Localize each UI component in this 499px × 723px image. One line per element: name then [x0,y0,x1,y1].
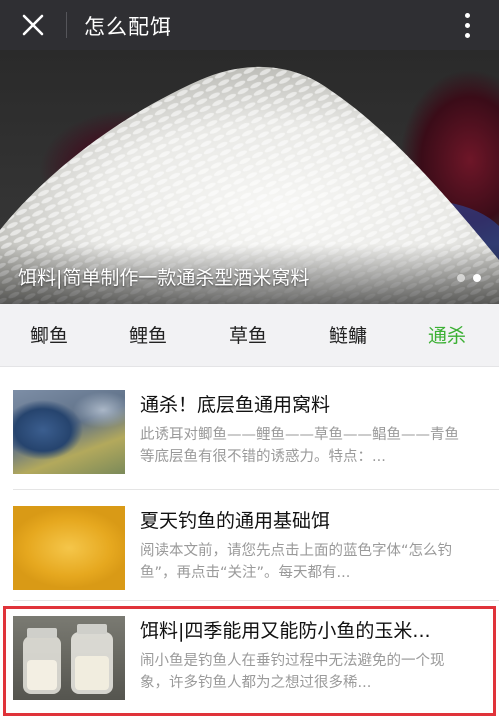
article-description: 阅读本文前，请您先点击上面的蓝色字体“怎么钓鱼”，再点击“关注”。每天都有... [140,543,453,581]
carousel-indicator [457,274,481,282]
list-item[interactable]: 通杀！底层鱼通用窝料 此诱耳对鲫鱼——鲤鱼——草鱼——鲳鱼——青鱼等底层鱼有很不… [0,378,499,490]
header-divider [66,12,67,38]
top-bar: 怎么配饵 [0,0,499,50]
article-description: 闹小鱼是钓鱼人在垂钓过程中无法避免的一个现象，许多钓鱼人都为之想过很多稀... [140,653,445,691]
more-vertical-icon [464,12,470,18]
page-title: 怎么配饵 [84,15,172,39]
banner-carousel[interactable]: 饵料|简单制作一款通杀型酒米窝料 [0,50,499,304]
divider [13,489,499,490]
article-description: 此诱耳对鲫鱼——鲤鱼——草鱼——鲳鱼——青鱼等底层鱼有很不错的诱惑力。特点：..… [140,427,459,465]
close-button[interactable] [14,8,52,42]
carousel-dot-active[interactable] [473,274,481,282]
article-title: 通杀！底层鱼通用窝料 [140,394,331,416]
carousel-dot[interactable] [457,274,465,282]
close-icon [22,14,44,36]
article-title: 夏天钓鱼的通用基础饵 [140,510,331,532]
tab-grass-carp[interactable]: 草鱼 [229,321,267,348]
tab-silver-carp[interactable]: 鲢鳙 [329,321,367,348]
tab-carp[interactable]: 鲤鱼 [129,321,167,348]
category-tabs: 鲫鱼 鲤鱼 草鱼 鲢鳙 通杀 [0,304,499,367]
list-item[interactable]: 夏天钓鱼的通用基础饵 阅读本文前，请您先点击上面的蓝色字体“怎么钓鱼”，再点击“… [0,494,499,606]
article-thumbnail [13,390,125,474]
banner-caption: 饵料|简单制作一款通杀型酒米窝料 [0,244,499,304]
divider [13,600,499,601]
tab-all-purpose[interactable]: 通杀 [428,321,466,348]
article-title: 饵料|四季能用又能防小鱼的玉米... [140,620,431,642]
more-button[interactable] [455,6,479,44]
tab-crucian[interactable]: 鲫鱼 [30,321,68,348]
article-thumbnail [13,506,125,590]
article-thumbnail [13,616,125,700]
jar-image [23,624,113,694]
banner-title[interactable]: 饵料|简单制作一款通杀型酒米窝料 [18,263,309,290]
list-item[interactable]: 饵料|四季能用又能防小鱼的玉米... 闹小鱼是钓鱼人在垂钓过程中无法避免的一个现… [0,604,499,716]
